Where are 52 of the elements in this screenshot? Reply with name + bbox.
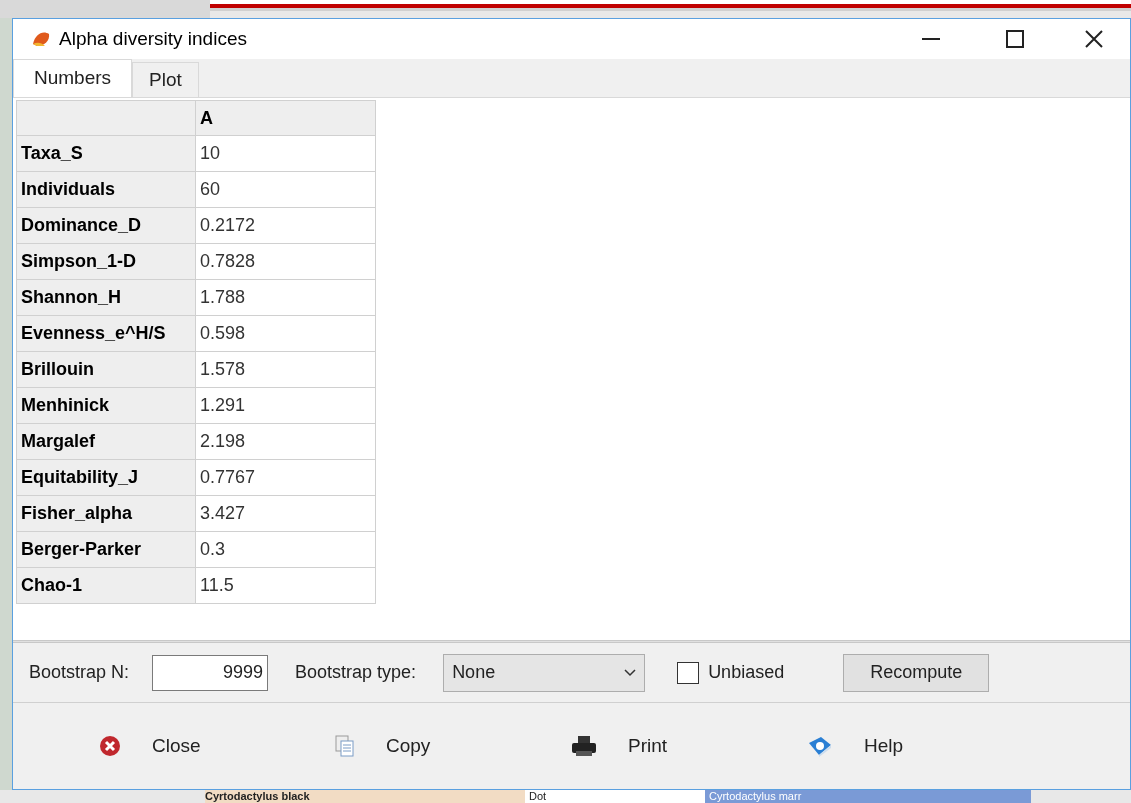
row-header: Berger-Parker (16, 531, 196, 568)
bootstrap-n-field[interactable]: 9999 (152, 654, 269, 691)
unbiased-label: Unbiased (708, 661, 785, 684)
row-header: Equitability_J (16, 459, 196, 496)
toolbar-button[interactable]: Print (571, 724, 807, 768)
app-logo-icon (31, 30, 51, 48)
bootstrap-type-label: Bootstrap type: (295, 661, 417, 684)
row-header: Evenness_e^H/S (16, 315, 196, 352)
close-icon (99, 735, 121, 757)
printer-icon (571, 735, 597, 757)
table-cell: 1.578 (195, 351, 376, 388)
tab[interactable]: Plot (132, 62, 199, 97)
row-header: Individuals (16, 171, 196, 208)
table-cell: 1.291 (195, 387, 376, 424)
table-cell: 3.427 (195, 495, 376, 532)
row-header: Simpson_1-D (16, 243, 196, 280)
row-header: Chao-1 (16, 567, 196, 604)
table-cell: 0.2172 (195, 207, 376, 244)
table-cell: 60 (195, 171, 376, 208)
table-cell: 10 (195, 135, 376, 172)
copy-icon (335, 735, 355, 757)
row-header: Shannon_H (16, 279, 196, 316)
table-cell: 11.5 (195, 567, 376, 604)
table-cell: 0.7828 (195, 243, 376, 280)
toolbar-button[interactable]: Help (807, 724, 1043, 768)
row-header: Fisher_alpha (16, 495, 196, 532)
row-header: Margalef (16, 423, 196, 460)
maximize-icon (1006, 30, 1024, 48)
toolbar-button[interactable]: Copy (335, 724, 571, 768)
row-header: Taxa_S (16, 135, 196, 172)
table-cell: 1.788 (195, 279, 376, 316)
unbiased-checkbox[interactable] (677, 661, 700, 684)
row-header: Dominance_D (16, 207, 196, 244)
toolbar-button[interactable]: Close (99, 724, 335, 768)
close-icon (1085, 30, 1103, 48)
background-cell: Dot (525, 790, 705, 803)
table-cell: 0.7767 (195, 459, 376, 496)
chevron-down-icon (624, 668, 637, 677)
background-cell: Cyrtodactylus marr (705, 790, 1031, 803)
minimize-icon (922, 38, 940, 40)
column-header: A (195, 100, 376, 136)
bootstrap-type-dropdown[interactable]: None (443, 653, 646, 692)
window-title: Alpha diversity indices (59, 26, 247, 51)
table-cell: 2.198 (195, 423, 376, 460)
row-header: Brillouin (16, 351, 196, 388)
table-cell: 0.598 (195, 315, 376, 352)
table-cell: 0.3 (195, 531, 376, 568)
recompute-button[interactable]: Recompute (843, 653, 990, 692)
tab[interactable]: Numbers (13, 59, 133, 97)
row-header: Menhinick (16, 387, 196, 424)
background-cell: Cyrtodactylus black (205, 790, 525, 803)
bootstrap-n-label: Bootstrap N: (29, 661, 130, 684)
